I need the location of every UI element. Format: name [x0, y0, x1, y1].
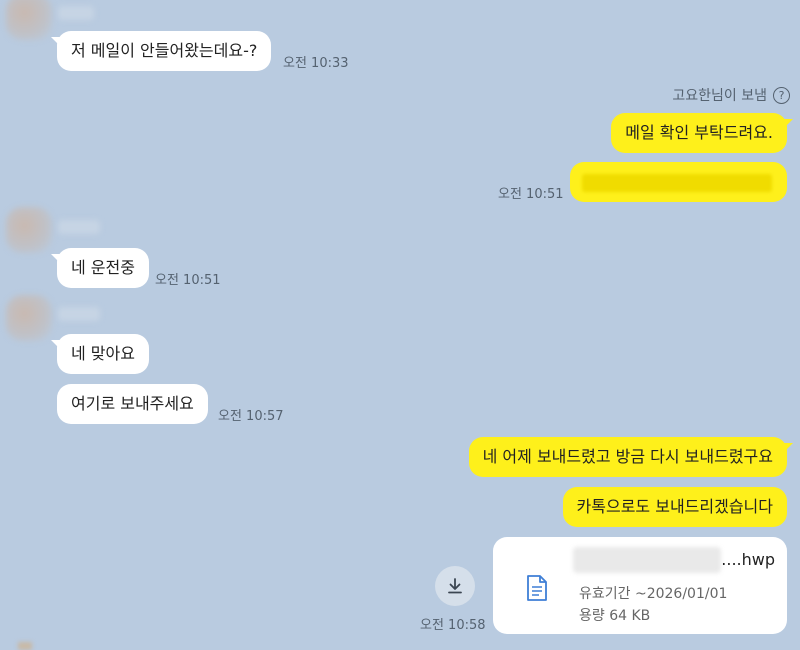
avatar	[18, 642, 32, 650]
sender-name	[58, 220, 100, 234]
avatar[interactable]	[6, 0, 52, 40]
file-name-redacted	[573, 547, 721, 573]
file-name: ....hwp	[721, 550, 775, 569]
my-message-bubble[interactable]	[570, 162, 787, 202]
message-time: 오전 10:51	[155, 273, 221, 288]
message-bubble[interactable]: 네 운전중	[51, 248, 149, 288]
sent-by-note: 고요한님이 보냄 ?	[672, 85, 790, 105]
my-message-bubble[interactable]: 네 어제 보내드렸고 방금 다시 보내드렸구요	[468, 437, 794, 477]
message-bubble[interactable]: 네 맞아요	[51, 334, 149, 374]
message-bubble[interactable]: 여기로 보내주세요	[57, 384, 208, 424]
file-message-card[interactable]: ....hwp 유효기간 ~2026/01/01 용량 64 KB	[493, 537, 787, 634]
message-time: 오전 10:51	[498, 187, 564, 202]
avatar[interactable]	[6, 295, 52, 341]
file-expiry: 유효기간 ~2026/01/01	[579, 586, 728, 602]
file-size: 용량 64 KB	[579, 608, 651, 624]
sender-name	[58, 307, 100, 321]
avatar[interactable]	[6, 207, 52, 253]
my-message-bubble[interactable]: 메일 확인 부탁드려요.	[611, 113, 793, 153]
chat-area[interactable]: 저 메일이 안들어왔는데요-? 오전 10:33 고요한님이 보냄 ? 메일 확…	[0, 0, 800, 650]
message-time: 오전 10:57	[218, 409, 284, 424]
redacted-text	[582, 174, 772, 192]
question-circle-icon[interactable]: ?	[773, 86, 790, 104]
download-icon	[448, 578, 462, 594]
document-icon	[525, 574, 549, 606]
download-button[interactable]	[435, 566, 475, 606]
sender-name	[58, 6, 94, 20]
message-time: 오전 10:33	[283, 56, 349, 71]
message-time: 오전 10:58	[420, 618, 486, 633]
sent-by-label: 고요한님이 보냄	[672, 88, 767, 104]
message-bubble[interactable]: 저 메일이 안들어왔는데요-?	[50, 31, 272, 71]
my-message-bubble[interactable]: 카톡으로도 보내드리겠습니다	[562, 487, 787, 527]
